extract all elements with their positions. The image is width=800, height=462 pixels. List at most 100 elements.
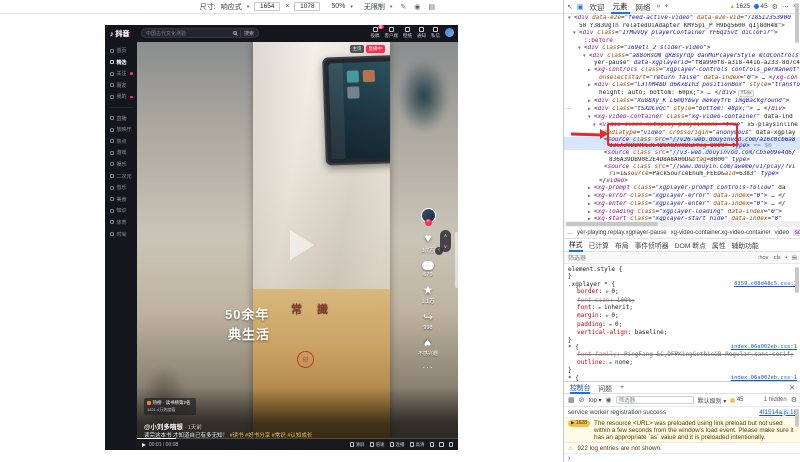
css-rule-selector[interactable]: .xgplayer * {8359.c08d48c5.css:1	[568, 281, 797, 288]
dom-tree-row[interactable]: ▶<div class="Xu88Xy_K L6mQYbwy mokeyfrE …	[564, 98, 800, 106]
styles-scrollbar-thumb[interactable]	[795, 267, 799, 293]
sidebar-item-体育[interactable]: 体育	[110, 219, 137, 226]
dom-tree-row[interactable]: ▼<div class="a88oRsON gKBsyrdp danMuPlay…	[564, 53, 800, 61]
dislike-icon[interactable]: ♥	[424, 337, 431, 349]
dom-tree-row[interactable]: ▶<xg-enter class="xgplayer-enter" data-i…	[564, 201, 800, 209]
warnings-badge[interactable]: ▲1625	[729, 3, 750, 10]
dom-tree-row[interactable]: <source class src="//www.douyin.com/awem…	[564, 164, 800, 171]
settings-gear-icon[interactable]: ⚙	[772, 3, 778, 11]
edit-icon[interactable]: ✎	[400, 3, 406, 11]
css-property[interactable]: font-family: PingFang SC,DFPKingGothicGB…	[568, 351, 797, 358]
css-property[interactable]: padding: ▶ 0;	[568, 321, 797, 329]
console-filter-input[interactable]: 筛选器	[616, 396, 694, 405]
dom-tree-row[interactable]: ::before	[564, 38, 800, 45]
styles-tab-属性[interactable]: 属性	[712, 239, 726, 252]
player-control-settings-icon[interactable]	[439, 442, 444, 447]
issues-badge[interactable]: 45	[754, 3, 767, 10]
css-rule-selector[interactable]: element.style {	[568, 266, 797, 273]
css-property[interactable]: font-size: 100%;	[568, 297, 797, 304]
css-source-link[interactable]: index.06a002eb.css:1	[731, 344, 797, 351]
styles-tab-布局[interactable]: 布局	[615, 239, 629, 252]
favorite-icon[interactable]: ★	[423, 284, 434, 296]
css-property[interactable]: font: ▶ inherit;	[568, 304, 797, 312]
breadcrumb-item[interactable]: video	[775, 230, 789, 236]
play-pause-button[interactable]	[142, 443, 146, 447]
css-property[interactable]: vertical-align: baseline;	[568, 329, 797, 336]
sidebar-item-娱乐[interactable]: 娱乐	[110, 161, 137, 168]
sidebar-item-直播[interactable]: 直播	[110, 115, 137, 122]
log-level-select[interactable]: 默认级别 ▾	[698, 396, 727, 405]
breadcrumb-item[interactable]: source	[793, 229, 800, 236]
sidebar-item-放映厅[interactable]: 放映厅	[110, 126, 137, 133]
dom-tree-row[interactable]: 836A39DB90E2E4D8A8A00D&btag=8000" type>	[564, 157, 800, 164]
zoom-select[interactable]: 50%	[331, 3, 345, 10]
douyin-logo[interactable]: ♪ 抖音	[110, 29, 129, 39]
sidebar-item-精选[interactable]: 精选	[110, 59, 137, 66]
sidebar-item-知识[interactable]: 知识	[110, 207, 137, 214]
author-line[interactable]: @小刘多喵想 · 1天前	[144, 421, 202, 431]
next-video-button[interactable]: ∨	[444, 244, 448, 250]
clear-console-icon[interactable]: ⊘	[579, 396, 585, 404]
close-drawer-icon[interactable]: ✕	[789, 384, 795, 392]
live-expression-eye-icon[interactable]: ◉	[606, 396, 612, 404]
device-mode-select[interactable]: 响应式	[221, 2, 242, 12]
elements-scrollbar-thumb[interactable]	[795, 3, 799, 43]
styles-tab-辅助功能[interactable]: 辅助功能	[732, 239, 759, 252]
dom-tree-row[interactable]: ri=1&source=PackSourceEnum_FEED&aid=6383…	[564, 171, 800, 178]
console-log-row[interactable]: service worker registration success4f151…	[564, 407, 800, 418]
more-options-icon[interactable]: ⋯	[782, 3, 789, 11]
viewport-width-input[interactable]: 1654	[254, 2, 280, 11]
trending-tag-card[interactable]: 热榜 · 读书榜第2名 1821.4万热度值	[144, 398, 196, 415]
console-source-link[interactable]: 4f1514a.js:18	[759, 409, 797, 416]
drawer-tab-控制台[interactable]: 控制台	[570, 381, 590, 394]
live-chip[interactable]: 直播中	[366, 45, 385, 53]
eye-icon[interactable]: ◉	[414, 3, 420, 11]
page-scrollbar-thumb[interactable]	[455, 232, 458, 288]
class-button[interactable]: .cls	[772, 255, 780, 261]
dom-tree-row[interactable]: ▼<div data-e2e="feed-active-video" data-…	[564, 15, 800, 23]
header-item-投稿[interactable]: 投稿新	[371, 27, 380, 39]
video-player[interactable]: 常 識 印 主页 直播中 50余年 典生活 + ♥ 3.7万 ··· 679 ★	[137, 42, 458, 450]
breadcrumb-overflow[interactable]: …	[567, 230, 573, 236]
prev-video-button[interactable]: ∧	[444, 233, 448, 239]
sidebar-item-关注[interactable]: 关注	[110, 70, 137, 77]
dom-tree-row[interactable]: ▶<div class="L3ThM4bD d6Kx8Ih3 positionB…	[564, 82, 800, 90]
styles-filter-input[interactable]: 筛选器	[568, 253, 754, 262]
dom-tree-row[interactable]: ▶<div class="tSXDCvQc" style="bottom: 48…	[564, 106, 800, 114]
dom-tree-row[interactable]: </video>	[564, 178, 800, 185]
search-button[interactable]: 搜索	[240, 30, 254, 37]
sidebar-item-我的[interactable]: 我的	[110, 93, 137, 100]
devtools-tab-网络[interactable]: 网络	[634, 0, 653, 14]
console-sidebar-icon[interactable]: ▦	[568, 396, 575, 404]
devtools-tab-欢迎[interactable]: 欢迎	[588, 0, 607, 14]
collapse-panel-button[interactable]: ‹	[435, 247, 443, 255]
dom-tree-row[interactable]: yer-pause" data-xgplayerid="f8a990f8-a31…	[564, 60, 800, 67]
sidebar-item-朋友[interactable]: 朋友	[110, 82, 137, 89]
dom-tree-row[interactable]: ▶<xg-prompt class="xgplayer-prompt contr…	[564, 185, 800, 193]
console-issues-badge[interactable]: 45	[730, 397, 743, 403]
dom-tree-row[interactable]: ▼<div class="i69etl_2 slider-video">	[564, 45, 800, 53]
follow-button[interactable]: +	[425, 219, 432, 226]
new-rule-button[interactable]: +	[785, 255, 788, 261]
player-control-倍速[interactable]: 倍速	[370, 442, 385, 448]
sidebar-item-游戏[interactable]: 游戏	[110, 149, 137, 156]
user-avatar[interactable]	[445, 28, 454, 37]
sidebar-item-首页[interactable]: 首页	[110, 47, 137, 54]
computed-panel-icon[interactable]: ▤	[792, 255, 797, 261]
header-item-通知[interactable]: 通知	[417, 27, 426, 39]
header-item-壁纸[interactable]: 壁纸	[403, 27, 412, 39]
player-control-pip-icon[interactable]	[430, 442, 435, 447]
console-warning-row[interactable]: ⚠922 log entries are not shown.	[564, 443, 800, 454]
player-control-高清[interactable]: 高清	[410, 442, 425, 448]
dom-tree-row[interactable]: ▼<div class="IrMwVQy playerContainer YF6…	[564, 30, 800, 38]
player-control-清屏[interactable]: 清屏	[350, 442, 365, 448]
author-home-chip[interactable]: 主页	[350, 45, 364, 53]
node-options-dots[interactable]: ⋯	[565, 105, 572, 113]
drawer-tab-+[interactable]: +	[620, 381, 624, 394]
css-property[interactable]: outline: ▶ none;	[568, 359, 797, 367]
context-select[interactable]: top ▾	[589, 397, 602, 404]
player-control-连播[interactable]: 连播	[390, 442, 405, 448]
header-item-客户端[interactable]: 客户端	[385, 27, 399, 39]
share-icon[interactable]: ↪	[423, 311, 433, 323]
dom-tree-row[interactable]: onselectstart="return false" data-index=…	[564, 75, 800, 82]
